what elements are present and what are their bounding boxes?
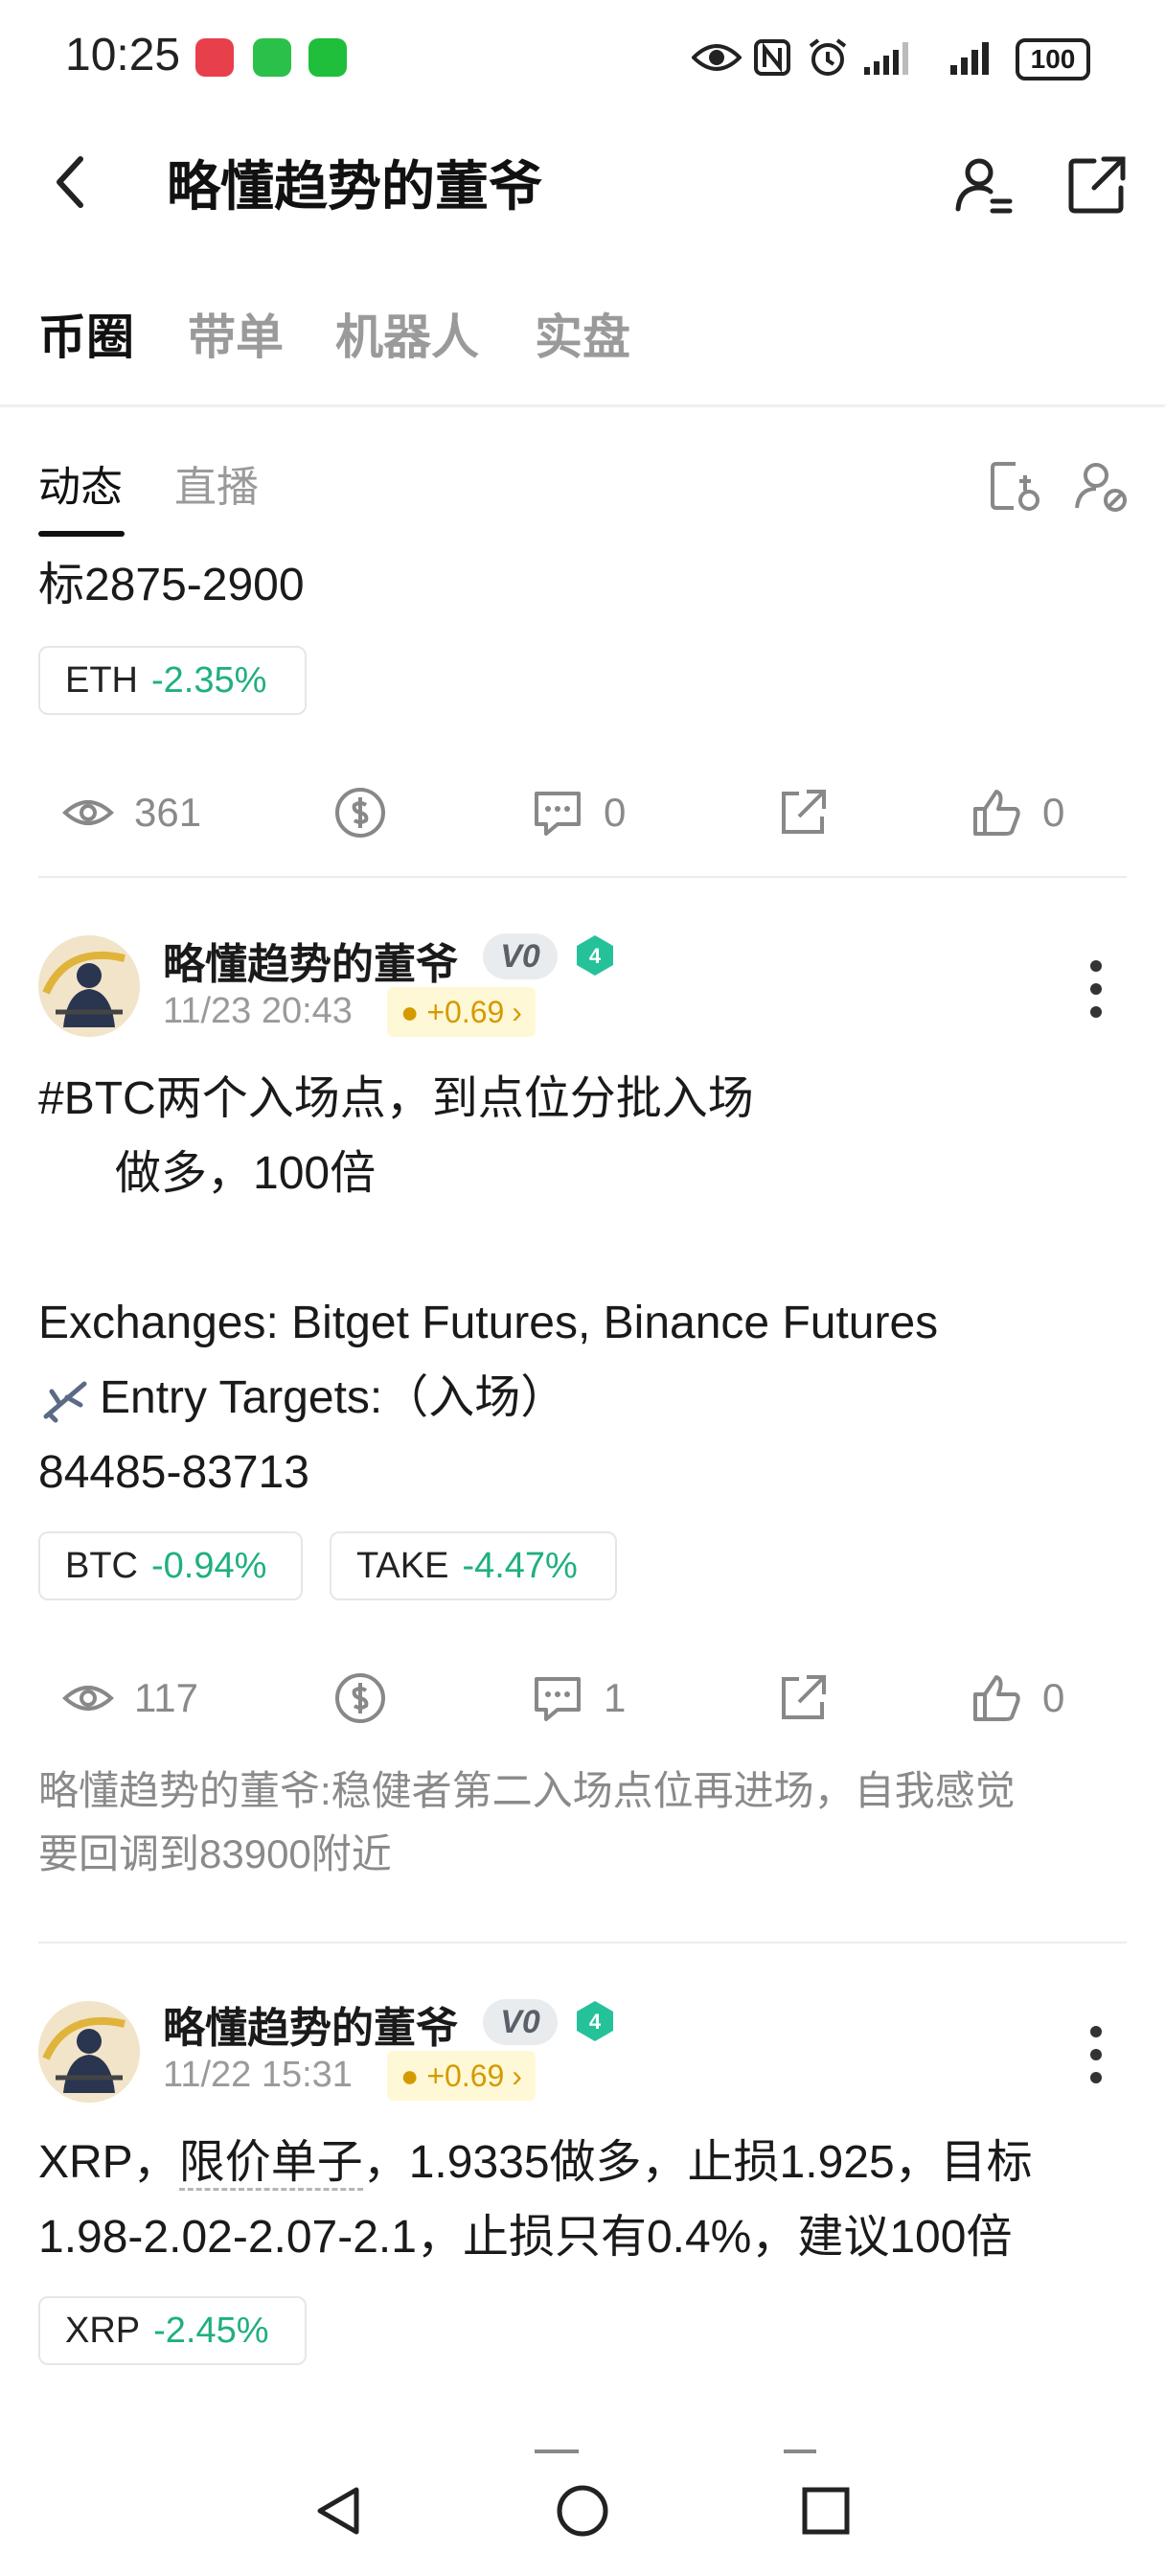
tip-coin-icon[interactable] (333, 786, 387, 840)
recents-square-icon[interactable] (797, 2482, 855, 2540)
ticker-chip-xrp[interactable]: XRP -2.45% (38, 2296, 307, 2365)
status-bar: 10:25 100 (0, 0, 1165, 115)
ticker-change: -0.94% (151, 1545, 267, 1586)
share-icon[interactable] (776, 1671, 830, 1725)
alarm-icon (809, 38, 847, 76)
system-nav-bar (0, 2453, 1165, 2576)
reward-amount: +0.69 (426, 994, 505, 1029)
reward-badge[interactable]: ● +0.69 › (387, 2051, 536, 2101)
level-badge: 4 (577, 2001, 613, 2041)
like-button[interactable]: 0 (970, 786, 1064, 840)
likes-count: 0 (1042, 790, 1065, 835)
post-text-line: XRP，限价单子，1.9335做多，止损1.925，目标 (38, 2126, 1033, 2200)
avatar[interactable] (38, 935, 140, 1037)
comment-button[interactable]: 1 (531, 1671, 626, 1725)
back-icon[interactable] (52, 153, 90, 211)
tab-copy-trading[interactable]: 带单 (188, 299, 284, 368)
wechat-icon (308, 38, 347, 77)
share-icon[interactable] (776, 786, 830, 840)
signal-icon (950, 42, 989, 75)
likes-count: 0 (1042, 1675, 1065, 1720)
airplane-icon (43, 1381, 87, 1423)
level-badge: 4 (577, 935, 613, 976)
page-title: 略懂趋势的董爷 (167, 156, 542, 217)
chevron-right-icon: › (512, 2058, 522, 2093)
author-name[interactable]: 略懂趋势的董爷 (163, 930, 458, 991)
ticker-symbol: XRP (65, 2310, 141, 2351)
views-count: 361 (134, 790, 202, 835)
tab-coin-circle[interactable]: 币圈 (38, 299, 134, 368)
ticker-symbol: BTC (65, 1545, 138, 1586)
ticker-change: -2.45% (153, 2310, 269, 2351)
limit-order-link[interactable]: 限价单子 (178, 2137, 363, 2191)
post-text-line: #BTC两个入场点，到点位分批入场 (38, 1073, 754, 1124)
coin-icon: ● (400, 2058, 420, 2093)
post-text-line: 做多，100倍 (38, 1148, 377, 1199)
user-settings-icon[interactable] (952, 153, 1016, 217)
share-icon[interactable] (1065, 153, 1129, 217)
eye-icon (62, 1686, 114, 1711)
comment-icon (535, 792, 581, 836)
battery-indicator: 100 (1016, 38, 1090, 80)
views-count: 117 (134, 1675, 198, 1720)
chevron-right-icon: › (512, 994, 522, 1029)
comments-count: 0 (604, 790, 627, 835)
nfc-icon (754, 39, 790, 76)
home-circle-icon[interactable] (554, 2482, 611, 2540)
thumbs-up-icon (973, 790, 1020, 836)
comment-icon (535, 1677, 581, 1721)
ticker-chip-take[interactable]: TAKE -4.47% (330, 1531, 617, 1600)
svg-text:4: 4 (589, 944, 602, 968)
post-date: 11/23 20:43 (163, 991, 353, 1031)
eye-icon (62, 800, 114, 825)
tab-live-account[interactable]: 实盘 (535, 299, 630, 368)
post-text: 标2875-2900 (38, 560, 305, 610)
eye-icon (692, 44, 742, 71)
comments-count: 1 (604, 1675, 627, 1720)
post-text-line: Exchanges: Bitget Futures, Binance Futur… (38, 1298, 939, 1348)
add-post-icon[interactable] (987, 458, 1042, 514)
back-triangle-icon[interactable] (310, 2482, 368, 2540)
subtab-live[interactable]: 直播 (174, 452, 259, 514)
more-options-icon[interactable] (1090, 2026, 1106, 2083)
post-text-line: 84485-83713 (38, 1447, 309, 1498)
vip-badge: V0 (483, 933, 558, 979)
user-edit-icon[interactable] (1073, 458, 1129, 514)
subtab-indicator (38, 531, 125, 537)
ticker-symbol: TAKE (356, 1545, 449, 1586)
views-stat: 361 (61, 786, 201, 840)
chat-app-icon (253, 38, 291, 77)
coin-icon: ● (400, 994, 420, 1029)
avatar[interactable] (38, 2001, 140, 2103)
reward-badge[interactable]: ● +0.69 › (387, 987, 536, 1037)
tab-robot[interactable]: 机器人 (335, 299, 479, 368)
ticker-change: -2.35% (151, 659, 267, 701)
vip-badge: V0 (483, 1999, 558, 2045)
post-divider (38, 1942, 1127, 1944)
views-stat: 117 (61, 1671, 198, 1725)
post-text-line: 1.98-2.02-2.07-2.1，止损只有0.4%，建议100倍 (38, 2212, 1013, 2263)
ticker-chip-eth[interactable]: ETH -2.35% (38, 646, 307, 715)
subtab-feed[interactable]: 动态 (38, 452, 123, 514)
signal-icon (864, 42, 908, 75)
ticker-symbol: ETH (65, 659, 138, 701)
reward-amount: +0.69 (426, 2058, 505, 2093)
comment-preview-line[interactable]: 略懂趋势的董爷:稳健者第二入场点位再进场，自我感觉 (38, 1760, 1016, 1823)
svg-text:4: 4 (589, 2010, 602, 2034)
tabs-divider (0, 404, 1165, 407)
author-name[interactable]: 略懂趋势的董爷 (163, 1993, 458, 2055)
tip-coin-icon[interactable] (333, 1671, 387, 1725)
comment-preview-line[interactable]: 要回调到83900附近 (38, 1823, 392, 1886)
more-options-icon[interactable] (1090, 960, 1106, 1018)
post-divider (38, 876, 1127, 878)
like-button[interactable]: 0 (970, 1671, 1064, 1725)
post-text-line: Entry Targets:（入场） (100, 1372, 567, 1423)
thumbs-up-icon (973, 1675, 1020, 1721)
huawei-app-icon (195, 38, 234, 77)
post-date: 11/22 15:31 (163, 2055, 353, 2095)
ticker-chip-btc[interactable]: BTC -0.94% (38, 1531, 303, 1600)
ticker-change: -4.47% (462, 1545, 578, 1586)
comment-button[interactable]: 0 (531, 786, 626, 840)
status-time: 10:25 (65, 30, 181, 80)
